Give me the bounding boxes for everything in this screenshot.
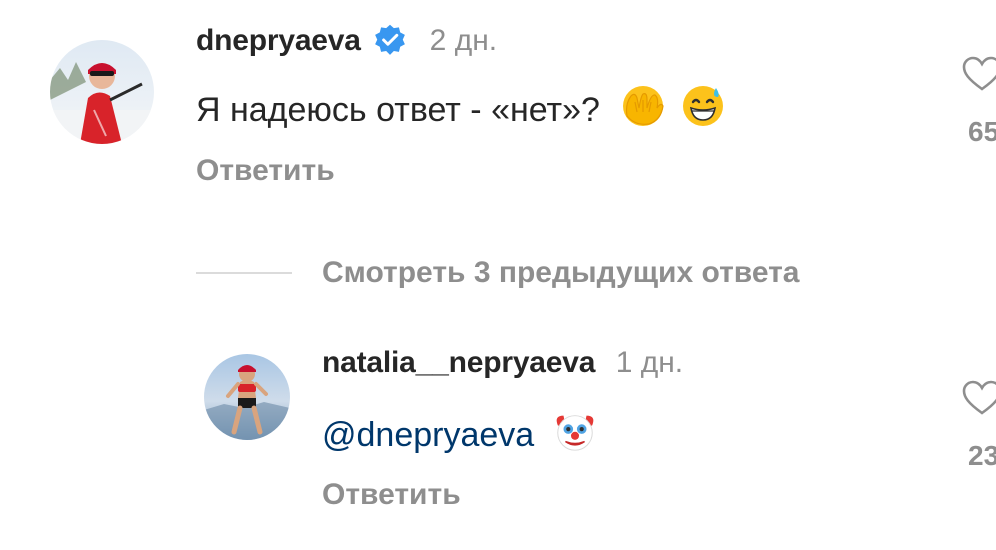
view-previous-replies-button[interactable]: Смотреть 3 предыдущих ответа bbox=[322, 256, 799, 290]
reply-mention-link[interactable]: @dnepryaeva bbox=[322, 416, 534, 455]
comment-header: dnepryaeva 2 дн. bbox=[196, 24, 497, 64]
face-with-hand-over-eyes-icon bbox=[619, 82, 667, 139]
reply-time: 1 дн. bbox=[615, 346, 684, 379]
comment-time: 2 дн. bbox=[429, 24, 498, 57]
replies-divider bbox=[196, 272, 292, 274]
avatar-natalia-nepryaeva[interactable] bbox=[204, 354, 290, 440]
comment-body: Я надеюсь ответ - «нет»? bbox=[196, 82, 727, 129]
reply-like-heart-icon[interactable] bbox=[962, 380, 996, 421]
reply-reply-button[interactable]: Ответить bbox=[322, 478, 461, 512]
avatar-image bbox=[204, 354, 290, 440]
avatar-dnepryaeva[interactable] bbox=[50, 40, 154, 144]
reply-username[interactable]: natalia__nepryaeva bbox=[322, 346, 595, 379]
grinning-sweat-face-icon bbox=[679, 82, 727, 139]
comment-like-count: 65 bbox=[968, 116, 996, 147]
comment-username[interactable]: dnepryaeva bbox=[196, 24, 361, 57]
avatar-image bbox=[50, 40, 154, 144]
reply-body: @dnepryaeva bbox=[322, 408, 598, 455]
reply-header: natalia__nepryaeva 1 дн. bbox=[322, 346, 683, 386]
comment-like-heart-icon[interactable] bbox=[962, 56, 996, 97]
clown-face-icon bbox=[552, 408, 598, 463]
comment-reply-button[interactable]: Ответить bbox=[196, 154, 335, 188]
reply-like-count: 23 bbox=[968, 440, 996, 471]
comment-text: Я надеюсь ответ - «нет»? bbox=[196, 91, 600, 129]
verified-badge-icon bbox=[373, 23, 407, 62]
